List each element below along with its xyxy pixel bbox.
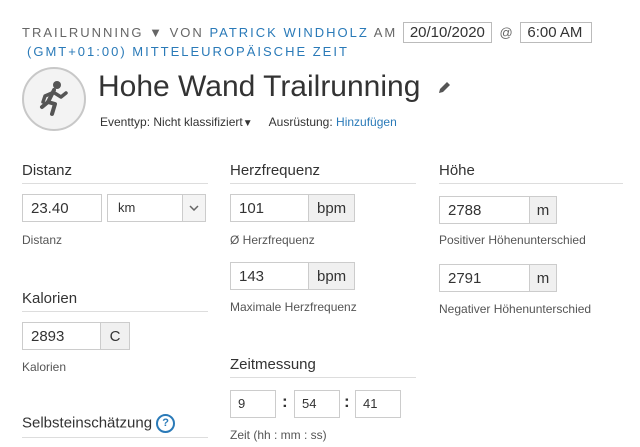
equipment-add-link[interactable]: Hinzufügen <box>336 115 397 129</box>
elevation-loss-input[interactable]: 2791 <box>439 264 529 292</box>
calories-input[interactable]: 2893 <box>22 322 100 350</box>
at-symbol: @ <box>499 25 513 40</box>
sport-type-label[interactable]: TRAILRUNNING <box>22 25 144 40</box>
max-heart-rate-input[interactable]: 143 <box>230 262 308 290</box>
self-assessment-section-title: Selbsteinschätzung? <box>22 414 208 438</box>
distance-field: 23.40 <box>22 194 102 222</box>
distance-unit-select[interactable]: km <box>107 194 206 222</box>
elevation-gain-unit: m <box>529 196 557 224</box>
heart-rate-section-title: Herzfrequenz <box>230 162 416 184</box>
event-type-caret-icon: ▼ <box>242 118 253 129</box>
elevation-loss-caption: Negativer Höhenunterschied <box>439 302 592 316</box>
seconds-input[interactable]: 41 <box>355 390 401 418</box>
elevation-section-title: Höhe <box>439 162 623 184</box>
calories-caption: Kalorien <box>22 360 67 374</box>
calories-field: 2893 C <box>22 322 130 350</box>
avg-heart-rate-caption: Ø Herzfrequenz <box>230 233 315 247</box>
timezone-link[interactable]: (GMT+01:00) MITTELEUROPÄISCHE ZEIT <box>27 44 349 59</box>
distance-caption: Distanz <box>22 233 63 247</box>
time-separator: : <box>282 392 288 411</box>
max-heart-rate-field: 143 bpm <box>230 262 356 290</box>
activity-avatar <box>22 67 86 131</box>
equipment-label: Ausrüstung: <box>268 115 333 129</box>
distance-input[interactable]: 23.40 <box>22 194 102 222</box>
event-type-label: Eventtyp: Nicht klassifiziert <box>100 115 243 129</box>
am-label: AM <box>373 25 398 40</box>
avg-heart-rate-input[interactable]: 101 <box>230 194 308 222</box>
calories-unit: C <box>100 322 130 350</box>
hours-input[interactable]: 9 <box>230 390 276 418</box>
time-input[interactable]: 6:00 AM <box>520 22 593 43</box>
calories-section-title: Kalorien <box>22 290 208 312</box>
activity-header-line: TRAILRUNNING ▼ VON PATRICK WINDHOLZ AM 2… <box>22 22 593 43</box>
chevron-down-icon <box>182 195 205 221</box>
activity-title[interactable]: Hohe Wand Trailrunning <box>98 70 420 103</box>
max-heart-rate-unit: bpm <box>308 262 356 290</box>
elevation-gain-input[interactable]: 2788 <box>439 196 529 224</box>
max-heart-rate-caption: Maximale Herzfrequenz <box>230 300 357 314</box>
user-link[interactable]: PATRICK WINDHOLZ <box>209 25 368 40</box>
avg-heart-rate-unit: bpm <box>308 194 356 222</box>
date-input[interactable]: 20/10/2020 <box>402 22 492 43</box>
self-assessment-label: Selbsteinschätzung <box>22 414 153 432</box>
distance-section-title: Distanz <box>22 162 208 184</box>
timing-section-title: Zeitmessung <box>230 356 416 378</box>
question-circle-icon[interactable]: ? <box>156 414 176 433</box>
time-separator: : <box>344 392 350 411</box>
timing-caption: Zeit (hh : mm : ss) <box>230 428 327 442</box>
avg-heart-rate-field: 101 bpm <box>230 194 356 222</box>
sport-type-caret-icon[interactable]: ▼ <box>149 25 164 40</box>
event-type-dropdown[interactable]: Eventtyp: Nicht klassifiziert▼ <box>100 115 256 129</box>
pencil-icon[interactable] <box>437 81 451 95</box>
elevation-loss-field: 2791 m <box>439 264 557 292</box>
distance-unit-value: km <box>118 200 136 215</box>
elevation-gain-caption: Positiver Höhenunterschied <box>439 233 586 247</box>
elevation-gain-field: 2788 m <box>439 196 557 224</box>
von-label: VON <box>169 25 204 40</box>
page-title: Hohe Wand Trailrunning <box>98 70 451 104</box>
runner-icon <box>40 81 68 116</box>
activity-meta: Eventtyp: Nicht klassifiziert▼ Ausrüstun… <box>100 115 397 129</box>
minutes-input[interactable]: 54 <box>294 390 340 418</box>
elevation-loss-unit: m <box>529 264 557 292</box>
